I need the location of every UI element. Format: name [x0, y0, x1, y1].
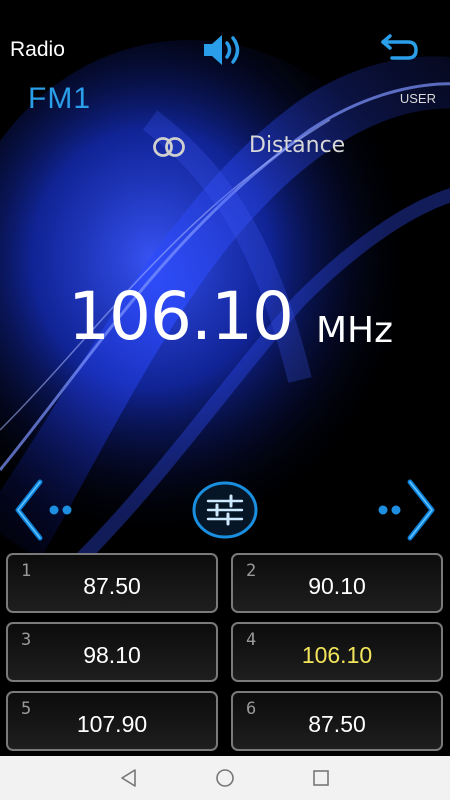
preset-button-1[interactable]: 1 87.50 — [6, 553, 218, 613]
preset-button-4[interactable]: 4 106.10 — [231, 622, 443, 682]
radio-screen: Radio FM1 USER Distance 106.10 MHz 1 87.… — [0, 0, 450, 756]
nav-home-circle-icon — [216, 769, 234, 787]
nav-back-button[interactable] — [117, 766, 141, 790]
volume-icon[interactable] — [202, 32, 246, 68]
chevron-left-icon — [15, 479, 72, 541]
system-navigation-bar — [0, 756, 450, 800]
band-label[interactable]: FM1 — [28, 82, 91, 116]
nav-recents-button[interactable] — [309, 766, 333, 790]
preset-button-2[interactable]: 2 90.10 — [231, 553, 443, 613]
user-mode-label[interactable]: USER — [400, 91, 436, 106]
nav-home-button[interactable] — [213, 766, 237, 790]
nav-recents-square-icon — [313, 770, 329, 786]
preset-button-5[interactable]: 5 107.90 — [6, 691, 218, 751]
frequency-unit: MHz — [316, 310, 394, 351]
preset-frequency: 90.10 — [308, 573, 366, 599]
preset-frequency: 98.10 — [83, 642, 141, 668]
distance-label[interactable]: Distance — [249, 133, 345, 158]
preset-button-6[interactable]: 6 87.50 — [231, 691, 443, 751]
equalizer-button[interactable] — [190, 480, 260, 540]
equalizer-sliders-icon — [192, 481, 258, 539]
preset-button-3[interactable]: 3 98.10 — [6, 622, 218, 682]
seek-next-button[interactable] — [368, 478, 438, 542]
back-arrow-icon[interactable] — [378, 34, 420, 64]
frequency-display: 106.10 MHz — [0, 276, 450, 366]
preset-frequency: 106.10 — [301, 642, 373, 668]
frequency-value: 106.10 — [68, 278, 294, 355]
preset-frequency: 107.90 — [76, 711, 148, 737]
app-title: Radio — [10, 38, 65, 61]
seek-prev-button[interactable] — [12, 478, 82, 542]
nav-back-triangle-icon — [121, 769, 136, 787]
preset-frequency: 87.50 — [83, 573, 141, 599]
preset-frequency: 87.50 — [308, 711, 366, 737]
stereo-icon[interactable] — [151, 136, 187, 158]
chevron-right-icon — [378, 479, 435, 541]
